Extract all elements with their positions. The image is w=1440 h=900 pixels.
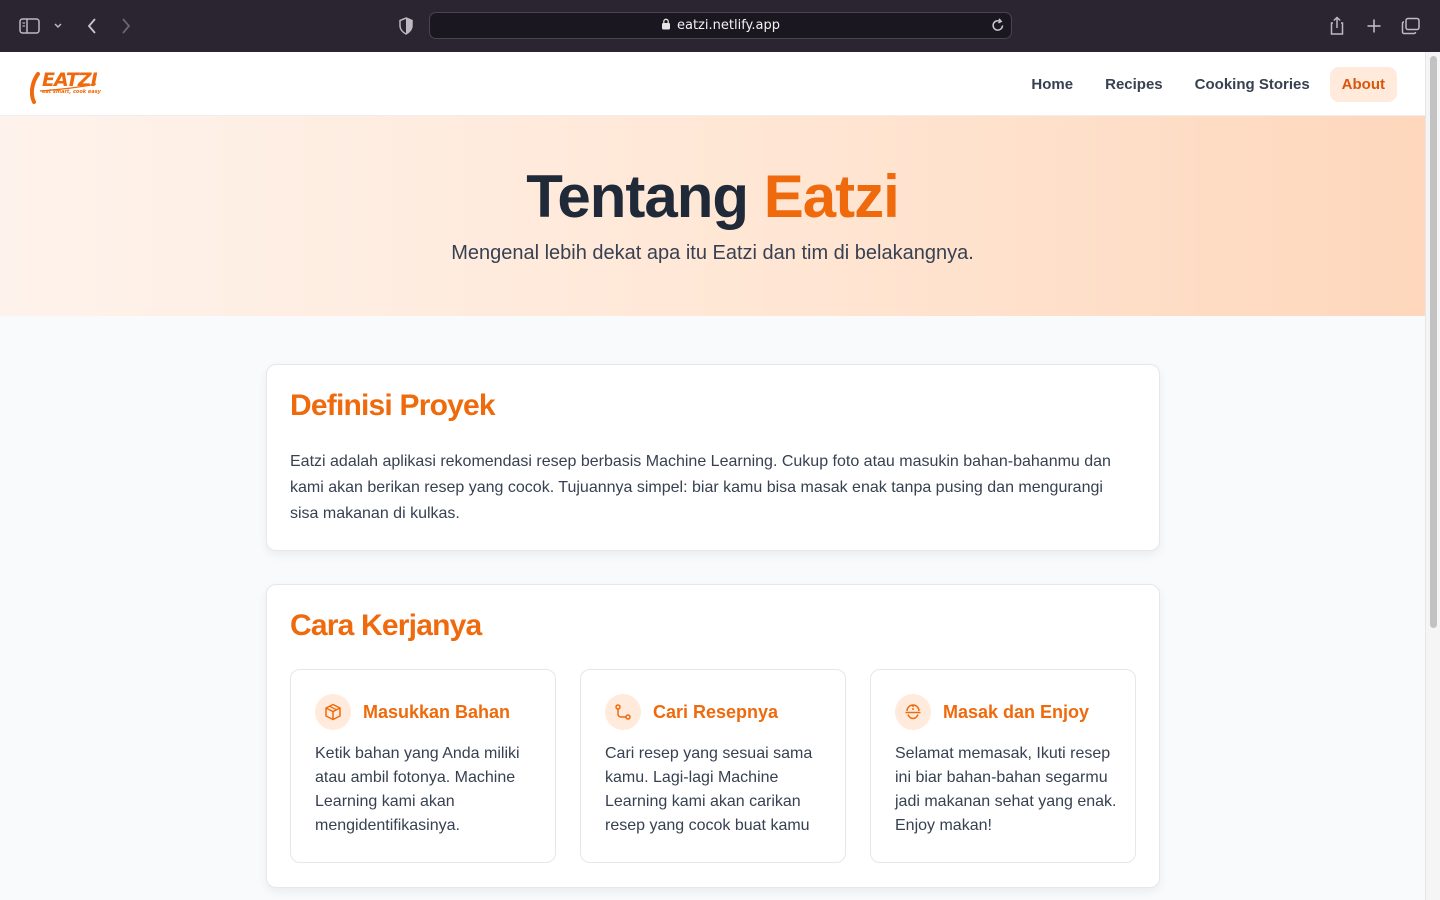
hero-banner: Tentang Eatzi Mengenal lebih dekat apa i… xyxy=(0,116,1425,316)
step-title: Masak dan Enjoy xyxy=(943,702,1090,722)
eatzi-logo[interactable]: EATZI eat smart, cook easy xyxy=(29,64,102,106)
step-card-search: Cari Resepnya Cari resep yang sesuai sam… xyxy=(580,669,846,863)
route-icon xyxy=(605,694,641,730)
browser-toolbar: eatzi.netlify.app xyxy=(0,0,1440,52)
nav-cooking-stories[interactable]: Cooking Stories xyxy=(1183,67,1322,102)
step-body: Ketik bahan yang Anda miliki atau ambil … xyxy=(315,745,520,834)
steps-list: Masukkan Bahan Ketik bahan yang Anda mil… xyxy=(290,669,1136,863)
title-accent: Eatzi xyxy=(763,163,900,230)
scrollbar-thumb[interactable] xyxy=(1430,56,1437,628)
page-subtitle: Mengenal lebih dekat apa itu Eatzi dan t… xyxy=(451,242,974,264)
nav-home[interactable]: Home xyxy=(1019,67,1085,102)
definition-card: Definisi Proyek Eatzi adalah aplikasi re… xyxy=(266,364,1160,551)
step-card-cook: Masak dan Enjoy Selamat memasak, Ikuti r… xyxy=(870,669,1136,863)
tabs-icon[interactable] xyxy=(1399,14,1423,38)
sidebar-icon[interactable] xyxy=(18,14,42,38)
lock-icon xyxy=(661,17,671,35)
shield-icon[interactable] xyxy=(394,14,418,38)
box-icon xyxy=(315,694,351,730)
reload-icon[interactable] xyxy=(991,17,1005,38)
step-body: Cari resep yang sesuai sama kamu. Lagi-l… xyxy=(605,745,813,834)
page-title: Tentang Eatzi xyxy=(0,162,1425,231)
plus-icon[interactable] xyxy=(1362,14,1386,38)
definition-body: Eatzi adalah aplikasi rekomendasi resep … xyxy=(290,453,1111,522)
forward-icon[interactable] xyxy=(114,14,138,38)
nav-recipes[interactable]: Recipes xyxy=(1093,67,1175,102)
step-card-input: Masukkan Bahan Ketik bahan yang Anda mil… xyxy=(290,669,556,863)
back-icon[interactable] xyxy=(80,14,104,38)
chevron-down-icon[interactable] xyxy=(48,14,68,38)
nav-about[interactable]: About xyxy=(1329,67,1397,102)
address-bar[interactable]: eatzi.netlify.app xyxy=(429,12,1012,39)
step-title: Cari Resepnya xyxy=(653,702,779,722)
definition-heading: Definisi Proyek xyxy=(290,389,496,422)
url-text: eatzi.netlify.app xyxy=(677,18,780,33)
how-it-works-card: Cara Kerjanya Masukkan Bahan Ketik bahan… xyxy=(266,584,1160,888)
page-viewport: EATZI eat smart, cook easy Home Recipes … xyxy=(0,52,1425,900)
cooking-icon xyxy=(895,694,931,730)
page-scrollbar[interactable] xyxy=(1425,52,1440,900)
main-menu: Home Recipes Cooking Stories About xyxy=(1019,67,1397,102)
share-icon[interactable] xyxy=(1325,14,1349,38)
step-title: Masukkan Bahan xyxy=(363,702,511,722)
top-navbar: EATZI eat smart, cook easy Home Recipes … xyxy=(0,52,1425,116)
how-it-works-heading: Cara Kerjanya xyxy=(290,609,482,642)
title-prefix: Tentang xyxy=(526,163,749,230)
step-body: Selamat memasak, Ikuti resep ini biar ba… xyxy=(895,745,1117,834)
